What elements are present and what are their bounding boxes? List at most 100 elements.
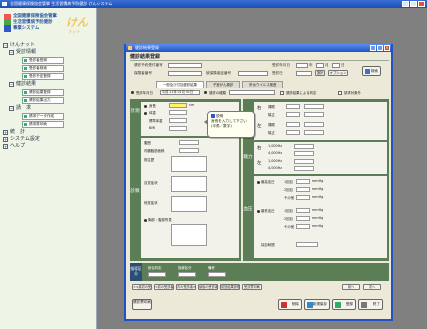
visit-month-field[interactable] [316,63,324,68]
bmi-field[interactable] [169,126,187,131]
close-button[interactable]: 終了 [358,299,383,310]
systolic-2-field[interactable] [296,187,310,192]
minimize-icon[interactable] [370,45,376,51]
bullet-icon [131,91,134,94]
non-billing-checkbox[interactable] [338,91,342,95]
summary-bar: 指導区分 総合判定 指導区分 備考 [130,263,389,281]
last-record-button[interactable]: 最後の受診者>> [198,284,218,290]
tree-group-visits[interactable]: − 受診情報 [8,49,96,56]
height-field[interactable] [169,103,187,108]
diastolic-2-field[interactable] [296,216,310,221]
systolic-1-field[interactable] [296,179,310,184]
label-day: 日 [341,63,345,67]
tab-hepatitis[interactable]: 肝炎ウイルス検査 [242,81,284,88]
tree-item[interactable]: 受診者検索 [22,65,64,72]
prev-button[interactable]: 前へ [342,284,360,290]
expand-icon[interactable]: + [3,144,8,149]
delete-button[interactable]: 削除 [278,299,302,310]
tree-group-settings[interactable]: + システム設定 [2,136,96,143]
left-corrected-field[interactable] [286,130,300,135]
print-result-button[interactable]: 健診票印刷 [132,299,152,310]
tab-uterine[interactable]: 子宮がん検診 [205,81,241,88]
close-icon[interactable]: × [384,45,390,51]
left-4000-select[interactable] [294,166,314,171]
maximize-icon[interactable] [377,45,383,51]
diastolic-other-field[interactable] [296,224,310,229]
tree-group-results[interactable]: − 健診結果 [8,81,96,88]
collapse-icon[interactable]: − [9,106,14,111]
maximize-icon[interactable] [410,1,417,7]
expand-icon[interactable]: + [3,130,8,135]
select-button[interactable]: 選択 [315,70,325,76]
tree-item[interactable]: 請求データ作成 [22,113,64,120]
history-field[interactable] [171,156,207,172]
tree-item[interactable]: 受診者登録 [22,57,64,64]
weight-field[interactable] [169,110,187,115]
tree-group-stats[interactable]: + 統 計 [2,129,96,136]
option-button[interactable]: オプション [328,70,348,76]
right-corrected-field[interactable] [286,112,300,117]
right-naked-select[interactable] [304,104,324,109]
right-corrected-select[interactable] [304,112,324,117]
tree-group-billing[interactable]: − 請 求 [8,105,96,112]
save-new-button[interactable]: 新規保存 [304,299,330,310]
tab-general[interactable]: 一般及び付加健診結果 [156,81,204,88]
objective-field[interactable] [171,196,207,212]
collapse-icon[interactable]: − [9,82,14,87]
options-row: 受診年月日 平成 21年 01月 01日 健診の種類 健診結果による判定 請求対… [128,89,389,97]
next-record-button[interactable]: 次の受診者> [176,284,196,290]
divider [130,60,389,61]
tree-item[interactable]: 請求書印刷 [22,121,64,128]
blood-time-select[interactable] [296,242,318,247]
prev-result-button[interactable]: 前回結果参照 [220,284,240,290]
form-header: 健診結果登録 [128,53,389,61]
left-naked-field[interactable] [286,122,300,127]
collapse-icon[interactable]: − [3,43,8,48]
guidance-field[interactable] [178,272,196,277]
next-button[interactable]: 次へ [363,284,381,290]
prev-record-button[interactable]: <前の受診者 [154,284,174,290]
section-label: 聴力 [243,155,253,160]
remarks-field[interactable] [208,272,226,277]
bullet-icon [144,105,147,108]
tab-bar: 一般及び付加健診結果 子宮がん検診 肝炎ウイルス検査 [128,81,389,88]
standard-weight-field[interactable] [169,118,187,123]
exam-type-select[interactable] [229,90,275,95]
left-naked-select[interactable] [304,122,324,127]
right-naked-field[interactable] [286,104,300,109]
tree-item[interactable]: 健診結果出力 [22,97,64,104]
insured-card-no-field[interactable] [238,71,268,76]
search-button[interactable]: 検索 [362,66,381,76]
right-4000-select[interactable] [294,151,314,156]
right-1000-select[interactable] [294,144,314,149]
label-standard-weight: 標準体重 [149,119,163,123]
systolic-other-field[interactable] [296,195,310,200]
subjective-field[interactable] [171,176,207,192]
tree-group-help[interactable]: + ヘルプ [2,143,96,150]
minimize-icon[interactable] [402,1,409,7]
overall-field[interactable] [148,272,166,277]
first-record-button[interactable]: <<最初の受診者 [132,284,152,290]
collapse-icon[interactable]: − [9,50,14,55]
insurer-no-field[interactable] [168,71,202,76]
tree-root[interactable]: − けんナット [2,42,96,49]
exit-icon [361,302,367,308]
reservation-no-field[interactable] [168,63,202,68]
chest-abdomen-field[interactable] [171,224,207,246]
left-1000-select[interactable] [294,159,314,164]
waist-field[interactable] [179,140,199,145]
left-corrected-select[interactable] [304,130,324,135]
save-button[interactable]: 登録 [332,299,356,310]
visit-day-field[interactable] [332,63,340,68]
diastolic-1-field[interactable] [296,208,310,213]
visceral-fat-field[interactable] [179,148,199,153]
expand-icon[interactable]: + [3,137,8,142]
print-sheet-button[interactable]: 受診票印刷 [242,284,262,290]
tree-item[interactable]: 受診予定登録 [22,73,64,80]
exam-date-select[interactable]: 平成 21年 01月 01日 [160,90,200,95]
tree-item[interactable]: 健診結果登録 [22,89,64,96]
visit-day-select[interactable] [296,71,312,76]
close-icon[interactable] [418,1,425,7]
judgment-checkbox[interactable] [280,91,284,95]
visit-year-field[interactable] [296,63,308,68]
